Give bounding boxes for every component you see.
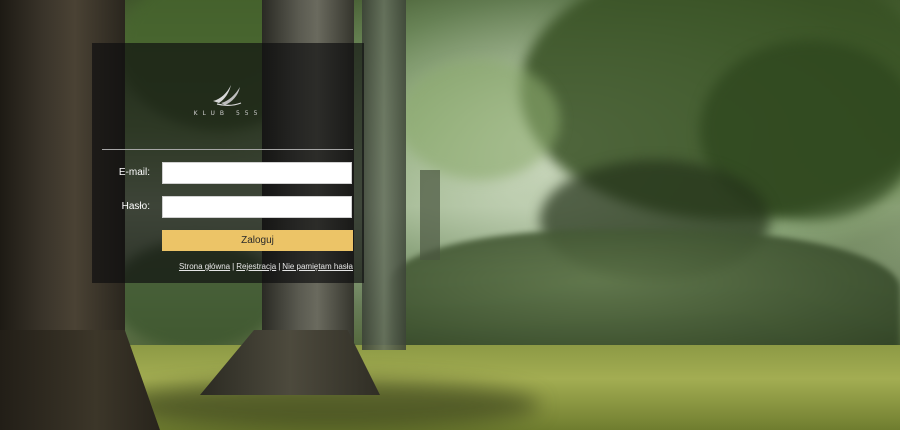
tree-trunk xyxy=(362,0,406,350)
background-photo: KLUB 555 E-mail: Hasło: Zaloguj Strona g… xyxy=(0,0,900,430)
forgot-password-link[interactable]: Nie pamiętam hasła xyxy=(282,262,353,271)
login-button[interactable]: Zaloguj xyxy=(162,230,353,251)
link-separator: | xyxy=(278,262,281,271)
tree-trunk xyxy=(420,170,440,260)
bushes xyxy=(390,230,900,360)
password-label: Hasło: xyxy=(121,201,150,212)
home-link[interactable]: Strona główna xyxy=(179,262,230,271)
email-label: E-mail: xyxy=(118,167,150,178)
login-panel: KLUB 555 E-mail: Hasło: Zaloguj Strona g… xyxy=(92,43,364,283)
email-field[interactable] xyxy=(162,162,352,184)
register-link[interactable]: Rejestracja xyxy=(236,262,276,271)
bird-logo-icon xyxy=(192,79,262,109)
brand-name: KLUB 555 xyxy=(193,110,263,117)
footer-links: Strona główna | Rejestracja | Nie pamiętam h… xyxy=(152,262,353,271)
link-separator: | xyxy=(232,262,235,271)
foliage xyxy=(400,60,560,180)
divider xyxy=(102,149,353,150)
password-field[interactable] xyxy=(162,196,352,218)
